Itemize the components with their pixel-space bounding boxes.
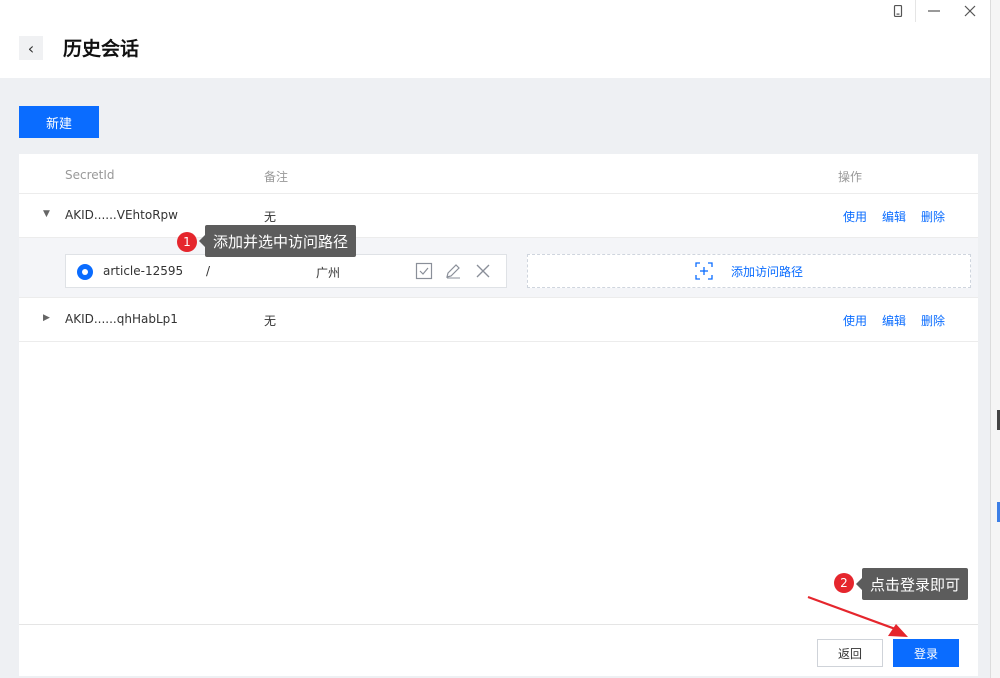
delete-link[interactable]: 删除 [921, 312, 945, 329]
login-button[interactable]: 登录 [893, 639, 959, 667]
table-row[interactable]: ▼ AKID......VEhtoRpw 无 使用 编辑 删除 [19, 194, 978, 238]
add-path-button[interactable]: 添加访问路径 [527, 254, 971, 288]
back-button[interactable]: ‹ [19, 36, 43, 60]
column-actions: 操作 [838, 170, 863, 184]
column-note: 备注 [264, 170, 289, 184]
minimize-icon [928, 10, 940, 12]
window-controls-divider [915, 0, 916, 22]
column-secretid: SecretId [65, 168, 115, 182]
annotation-callout-2: 点击登录即可 [855, 568, 969, 600]
path-item[interactable]: article-12595 / 广州 [65, 254, 507, 288]
close-window-button[interactable] [952, 0, 988, 22]
path-name: article-12595 [103, 264, 184, 278]
new-button[interactable]: 新建 [19, 106, 99, 138]
path-value: / [206, 264, 211, 278]
secret-id: AKID......VEhtoRpw [65, 208, 178, 222]
phone-icon [893, 5, 903, 17]
session-table-panel: SecretId 备注 操作 ▼ AKID......VEhtoRpw 无 使用… [19, 154, 978, 676]
table-row[interactable]: ▶ AKID......qhHabLp1 无 使用 编辑 删除 [19, 298, 978, 342]
annotation-badge-2: 2 [834, 573, 854, 593]
footer: 返回 登录 [19, 624, 978, 676]
background-window-edge [990, 0, 1000, 678]
check-square-icon[interactable] [415, 262, 433, 280]
pin-button[interactable] [880, 0, 916, 22]
path-list: article-12595 / 广州 添加访问路径 [19, 238, 978, 298]
minimize-button[interactable] [916, 0, 952, 22]
use-link[interactable]: 使用 [843, 312, 867, 329]
chevron-left-icon: ‹ [27, 38, 35, 58]
annotation-callout-1: 添加并选中访问路径 [198, 225, 357, 257]
add-scan-icon [695, 262, 713, 280]
path-region: 广州 [316, 266, 341, 280]
use-link[interactable]: 使用 [843, 208, 867, 225]
caret-down-icon[interactable]: ▼ [43, 209, 50, 219]
edit-link[interactable]: 编辑 [882, 312, 906, 329]
caret-right-icon[interactable]: ▶ [43, 313, 50, 323]
header: ‹ 历史会话 [0, 0, 990, 78]
close-icon [964, 5, 976, 17]
note: 无 [264, 314, 277, 328]
close-icon[interactable] [474, 262, 492, 280]
edit-link[interactable]: 编辑 [882, 208, 906, 225]
app-window: ‹ 历史会话 新建 SecretId 备注 操作 ▼ AKID......VEh… [0, 0, 990, 678]
path-radio[interactable] [77, 264, 93, 280]
window-controls [880, 0, 988, 24]
table-header: SecretId 备注 操作 [19, 154, 978, 194]
add-path-label: 添加访问路径 [730, 264, 803, 279]
edit-pencil-icon[interactable] [444, 262, 462, 280]
return-button[interactable]: 返回 [817, 639, 883, 667]
secret-id: AKID......qhHabLp1 [65, 312, 178, 326]
annotation-badge-1: 1 [177, 232, 197, 252]
note: 无 [264, 210, 277, 224]
delete-link[interactable]: 删除 [921, 208, 945, 225]
page-title: 历史会话 [63, 38, 140, 60]
